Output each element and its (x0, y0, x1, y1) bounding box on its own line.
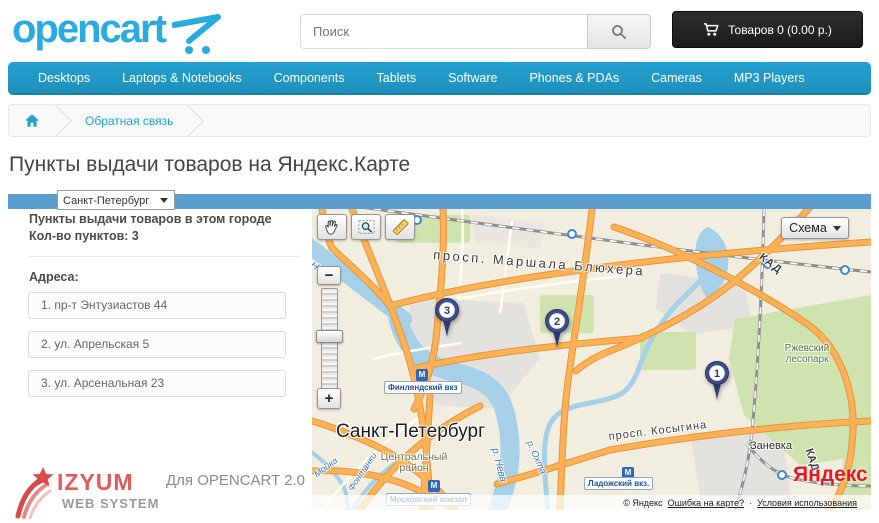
map-marker-3[interactable]: 3 (432, 297, 462, 339)
opencart-logo[interactable]: opencart (12, 7, 165, 52)
menu-item-laptops[interactable]: Laptops & Notebooks (106, 62, 258, 93)
chevron-down-icon (833, 226, 841, 231)
copyright-separator: · (749, 498, 752, 508)
marker-number: 2 (554, 316, 560, 328)
zoom-slider-handle[interactable] (316, 330, 343, 343)
marker-number: 1 (714, 368, 720, 380)
zoom-area-icon (357, 218, 376, 236)
zoom-area-tool-button[interactable] (351, 214, 381, 240)
breadcrumb-separator (170, 104, 204, 137)
pan-tool-button[interactable] (317, 214, 347, 240)
izyum-logo-icon (14, 465, 60, 519)
search-button[interactable] (587, 14, 651, 49)
main-menu: Desktops Laptops & Notebooks Components … (8, 62, 871, 95)
opencart-cart-icon (172, 14, 224, 56)
hand-icon (323, 218, 341, 236)
map-marker-2[interactable]: 2 (542, 308, 572, 350)
map-label-finlyandsky: Финляндский вкз (384, 381, 462, 394)
panel-divider (29, 256, 301, 257)
yandex-logo[interactable]: Яндекс (793, 463, 868, 487)
map-type-label: Схема (789, 221, 827, 235)
map-canvas[interactable] (312, 209, 871, 510)
metro-icon: М (416, 369, 428, 381)
menu-item-cameras[interactable]: Cameras (635, 62, 718, 93)
address-item[interactable]: 3. ул. Арсенальная 23 (28, 370, 286, 397)
copyright-owner: © Яндекс (623, 498, 662, 508)
map-label-ladozhsky: Ладожский вкз. (584, 477, 653, 490)
panel-count: Кол-во пунктов: 3 (29, 229, 139, 243)
marker-number: 3 (444, 305, 450, 317)
cart-button[interactable]: Товаров 0 (0.00 р.) (672, 11, 863, 48)
metro-icon: М (428, 480, 440, 492)
menu-item-tablets[interactable]: Tablets (361, 62, 433, 93)
menu-item-phones[interactable]: Phones & PDAs (513, 62, 635, 93)
map-marker-1[interactable]: 1 (702, 360, 732, 402)
ruler-tool-button[interactable] (385, 214, 415, 240)
storefront-page: opencart Товаров 0 (0.00 р.) Desktops La… (0, 0, 879, 523)
zoom-out-button[interactable]: − (317, 266, 341, 285)
cart-icon (703, 22, 720, 37)
menu-item-components[interactable]: Components (258, 62, 361, 93)
izyum-brand-subtitle: WEB SYSTEM (62, 496, 159, 511)
search-box (300, 14, 651, 49)
izyum-brand-name[interactable]: IZYUM (57, 469, 134, 496)
menu-item-software[interactable]: Software (432, 62, 513, 93)
map-type-button[interactable]: Схема (781, 217, 849, 239)
search-input[interactable] (300, 14, 587, 49)
breadcrumb: Обратная связь (8, 104, 871, 137)
menu-item-mp3[interactable]: MP3 Players (718, 62, 821, 93)
module-for-label: Для OPENCART 2.0 (166, 472, 305, 489)
address-item[interactable]: 1. пр-т Энтузиастов 44 (28, 292, 286, 319)
city-select-wrap: Санкт-Петербург (57, 190, 175, 210)
address-item[interactable]: 2. ул. Апрельская 5 (28, 331, 286, 358)
search-icon (611, 24, 627, 40)
page-title: Пункты выдачи товаров на Яндекс.Карте (9, 153, 410, 177)
city-select[interactable]: Санкт-Петербург (58, 192, 174, 210)
terms-link[interactable]: Условия использования (757, 498, 857, 508)
yandex-map[interactable]: Санкт-Петербург Центральный район просп.… (312, 209, 871, 510)
addresses-label: Адреса: (29, 270, 79, 284)
menu-item-desktops[interactable]: Desktops (22, 62, 106, 93)
zoom-in-button[interactable]: + (317, 388, 341, 409)
map-error-link[interactable]: Ошибка на карте? (668, 498, 745, 508)
cart-label: Товаров 0 (0.00 р.) (728, 23, 832, 37)
panel-heading: Пункты выдачи товаров в этом городе (29, 212, 272, 226)
ruler-icon (391, 218, 410, 236)
map-copyright: © Яндекс Ошибка на карте? · Условия испо… (312, 495, 871, 510)
